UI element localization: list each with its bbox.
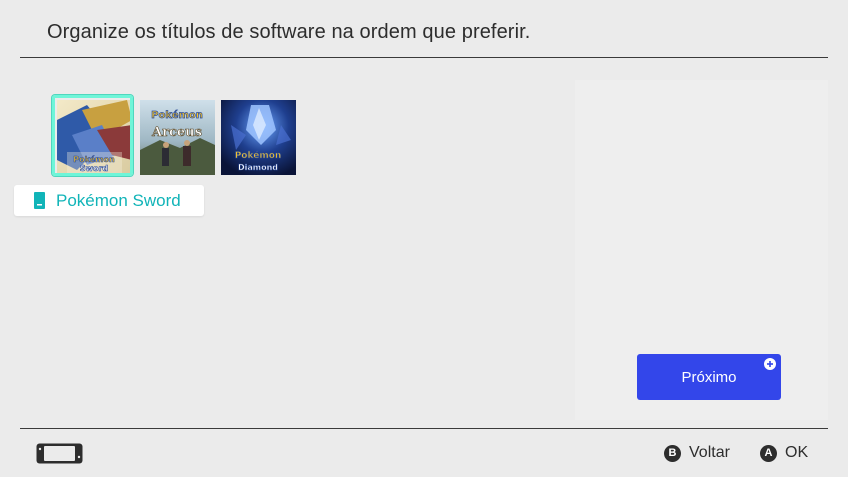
header-divider: [20, 57, 828, 58]
software-tile-arceus[interactable]: Pokémon Arceus: [140, 100, 215, 175]
b-button-icon: B: [664, 444, 681, 462]
sword-cover-art: Pokémon Sword: [57, 100, 132, 175]
diamond-logo-line1: Pokémon: [235, 150, 282, 161]
software-tile-diamond[interactable]: Pokémon Diamond: [221, 100, 296, 175]
sword-logo-line1: Pokémon: [73, 154, 115, 164]
ok-label: OK: [785, 444, 809, 461]
back-label: Voltar: [689, 444, 730, 461]
header: Organize os títulos de software na ordem…: [0, 0, 848, 58]
next-button-label: Próximo: [681, 369, 737, 386]
arceus-logo-line2: Arceus: [151, 125, 202, 140]
tooltip-label: Pokémon Sword: [56, 191, 181, 210]
diamond-logo-line2: Diamond: [238, 163, 278, 172]
selected-title-tooltip: Pokémon Sword: [14, 185, 204, 216]
next-button[interactable]: Próximo: [637, 354, 781, 400]
sword-logo-line2: Sword: [80, 164, 109, 173]
back-action[interactable]: B Voltar: [664, 443, 730, 463]
arceus-cover-art: Pokémon Arceus: [140, 100, 215, 175]
software-tile-sword[interactable]: Pokémon Sword: [57, 100, 132, 175]
game-card-icon: [34, 192, 45, 209]
arceus-logo-line1: Pokémon: [151, 109, 203, 121]
a-button-icon: A: [760, 444, 777, 462]
footer-divider: [20, 428, 828, 429]
ok-action[interactable]: A OK: [760, 443, 808, 463]
page-title: Organize os títulos de software na ordem…: [47, 21, 531, 43]
switch-console-icon: [36, 443, 83, 464]
diamond-cover-art: Pokémon Diamond: [221, 100, 296, 175]
